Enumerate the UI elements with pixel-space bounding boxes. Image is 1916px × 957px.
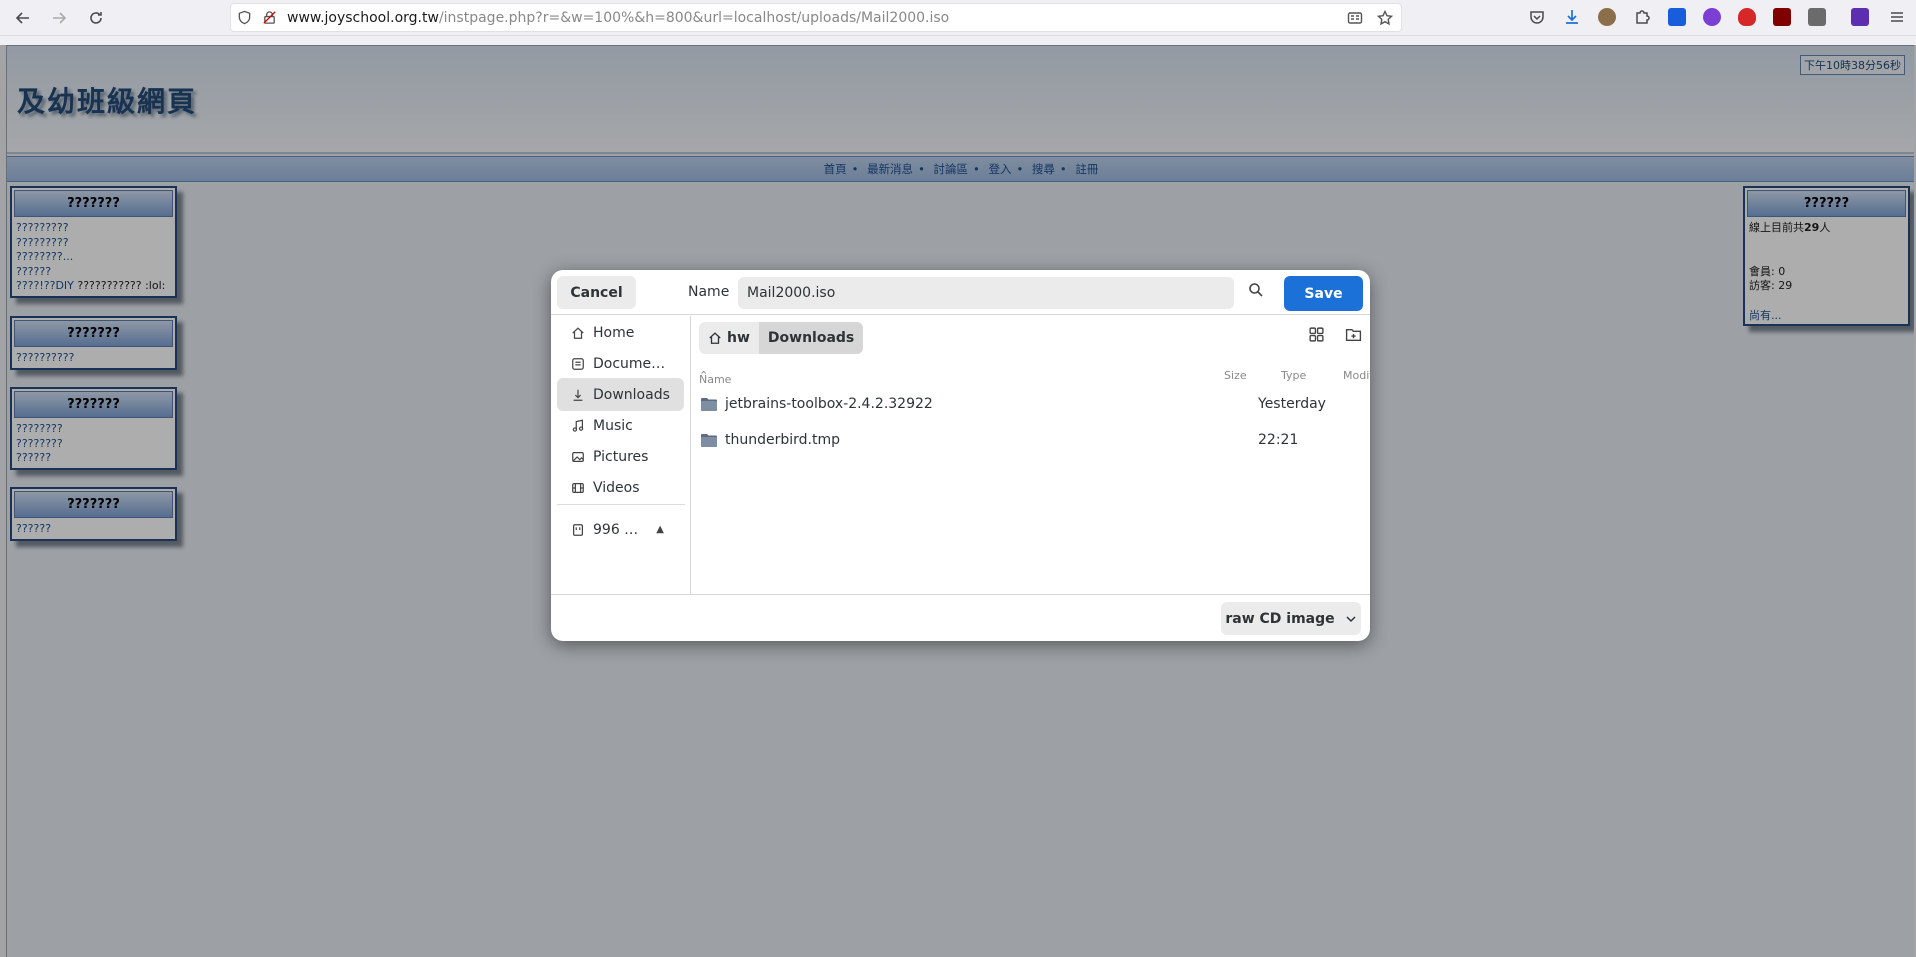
column-name[interactable]: Name ⌃ [699, 369, 731, 386]
column-modified[interactable]: Modified [1343, 369, 1370, 382]
file-modified: Yesterday [1258, 396, 1326, 412]
forward-icon[interactable] [47, 6, 71, 30]
file-row[interactable]: thunderbird.tmp 22:21 [691, 423, 1370, 458]
bitwarden-icon[interactable] [1668, 8, 1686, 26]
browser-toolbar: www.joyschool.org.tw/instpage.php?r=&w=1… [0, 0, 1916, 36]
back-icon[interactable] [11, 6, 35, 30]
insecure-lock-icon[interactable] [262, 10, 277, 25]
reload-icon[interactable] [84, 6, 108, 30]
profile-avatar-icon[interactable] [1598, 8, 1616, 26]
url-text: www.joyschool.org.tw/instpage.php?r=&w=1… [287, 9, 950, 26]
sidebar-item-home[interactable]: Home [557, 316, 684, 349]
eject-icon[interactable]: ▲ [656, 524, 664, 535]
sidebar-item-documents[interactable]: Docume… [557, 347, 684, 380]
document-icon [572, 357, 584, 370]
file-type-filter[interactable]: raw CD image [1221, 602, 1361, 635]
grid-view-icon[interactable] [1308, 326, 1325, 343]
column-type[interactable]: Type [1281, 369, 1306, 382]
bookmark-star-icon[interactable] [1377, 10, 1393, 26]
sidebar-item-device[interactable]: 996 … ▲ [557, 513, 684, 546]
save-button[interactable]: Save [1284, 276, 1363, 311]
sidebar-item-label: Downloads [593, 386, 670, 403]
extension-graph-icon[interactable] [1808, 8, 1826, 26]
sidebar-separator [557, 504, 685, 505]
menu-hamburger-icon[interactable] [1888, 8, 1906, 26]
ublock-origin-icon[interactable] [1773, 8, 1791, 26]
filename-input[interactable]: Mail2000.iso [738, 277, 1234, 309]
sidebar-item-music[interactable]: Music [557, 409, 684, 442]
path-crumb-hw[interactable]: hw [699, 322, 759, 354]
name-label: Name [688, 284, 730, 300]
url-bar[interactable]: www.joyschool.org.tw/instpage.php?r=&w=1… [230, 3, 1402, 32]
places-sidebar: Home Docume… Downloads Music Pictures Vi… [551, 316, 691, 594]
sidebar-item-downloads[interactable]: Downloads [557, 378, 684, 411]
download-icon [573, 389, 583, 401]
path-crumb-downloads[interactable]: Downloads [758, 322, 864, 354]
home-icon [572, 326, 584, 339]
sidebar-item-label: 996 … [593, 521, 639, 538]
tracking-shield-icon[interactable] [237, 10, 252, 25]
dialog-footer: raw CD image [551, 594, 1370, 641]
save-file-dialog: Cancel Name Mail2000.iso Save Home Docum… [551, 270, 1370, 641]
folder-icon [701, 398, 717, 411]
sidebar-item-label: Music [593, 417, 633, 434]
sidebar-item-pictures[interactable]: Pictures [557, 440, 684, 473]
cancel-button[interactable]: Cancel [557, 276, 636, 309]
new-folder-icon[interactable] [1345, 326, 1362, 343]
sidebar-item-videos[interactable]: Videos [557, 471, 684, 504]
extension-badge-icon[interactable] [1851, 8, 1869, 26]
sidebar-item-label: Home [593, 324, 635, 341]
downloads-icon[interactable] [1563, 8, 1581, 26]
file-modified: 22:21 [1258, 432, 1299, 448]
file-row[interactable]: jetbrains-toolbox-2.4.2.32922 Yesterday [691, 387, 1370, 422]
extension-snowflake-icon[interactable] [1703, 8, 1721, 26]
file-name: thunderbird.tmp [725, 432, 841, 448]
video-icon [572, 482, 584, 493]
file-name: jetbrains-toolbox-2.4.2.32922 [725, 396, 933, 412]
usb-drive-icon [573, 523, 583, 536]
reader-view-icon[interactable] [1347, 10, 1363, 26]
sidebar-item-label: Docume… [593, 355, 666, 372]
sidebar-item-label: Pictures [593, 448, 649, 465]
sidebar-item-label: Videos [593, 479, 640, 496]
picture-icon [572, 451, 584, 462]
dialog-header: Cancel Name Mail2000.iso Save [551, 270, 1370, 315]
extensions-puzzle-icon[interactable] [1633, 8, 1651, 26]
pocket-icon[interactable] [1528, 8, 1546, 26]
folder-icon [701, 434, 717, 447]
chevron-down-icon [1346, 615, 1356, 622]
home-icon [709, 332, 721, 344]
path-bar: hw Downloads [699, 322, 864, 354]
search-icon[interactable] [1248, 282, 1270, 304]
extension-heart-shield-icon[interactable] [1738, 8, 1756, 26]
column-headers: Name ⌃ Size Type Modified [691, 365, 1370, 387]
music-icon [572, 419, 584, 432]
column-size[interactable]: Size [1224, 369, 1247, 382]
